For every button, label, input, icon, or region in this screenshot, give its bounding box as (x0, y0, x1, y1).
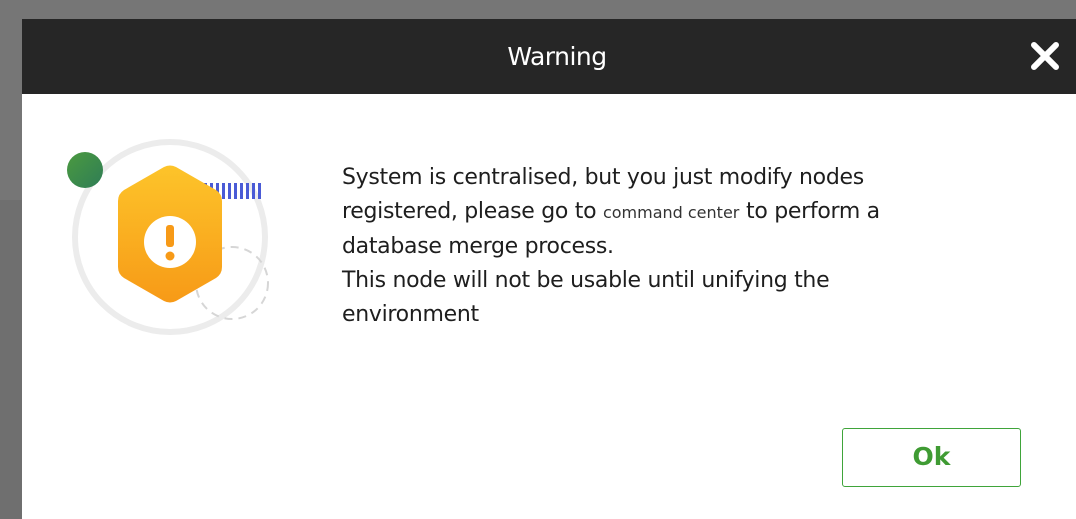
message-line-4: This node will not be usable until unify… (342, 268, 830, 293)
dialog-title: Warning (507, 42, 607, 71)
message-line-2: registered, please go to command center … (342, 195, 1002, 230)
background-panel-edge (0, 200, 22, 519)
message-line-2-start: registered, please go to (342, 199, 603, 224)
warning-dialog: Warning System is centralised, but you j… (22, 19, 1076, 519)
message-line-1: System is centralised, but you just modi… (342, 165, 864, 190)
message-line-3: database merge process. (342, 234, 614, 259)
dialog-titlebar: Warning (22, 19, 1076, 94)
warning-message: System is centralised, but you just modi… (342, 161, 1002, 332)
warning-hexagon-icon (67, 139, 269, 335)
warning-illustration (60, 127, 280, 337)
close-button[interactable] (1028, 39, 1062, 73)
command-center-link[interactable]: command center (603, 203, 739, 222)
close-icon (1031, 42, 1059, 70)
ok-button[interactable]: Ok (842, 428, 1021, 487)
message-line-5: environment (342, 302, 479, 327)
message-line-2-end: to perform a (739, 199, 880, 224)
